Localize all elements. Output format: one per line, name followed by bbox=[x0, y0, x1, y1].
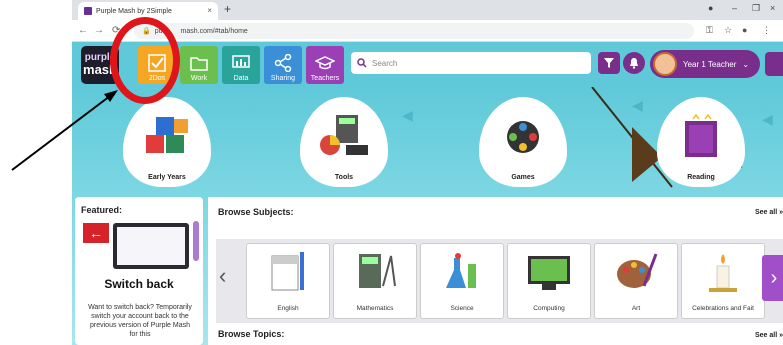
screenshot: Purple Mash by 2Simple × + ● – ❐ × ← → ⟳… bbox=[0, 0, 783, 345]
annotation-arrow bbox=[11, 90, 118, 171]
